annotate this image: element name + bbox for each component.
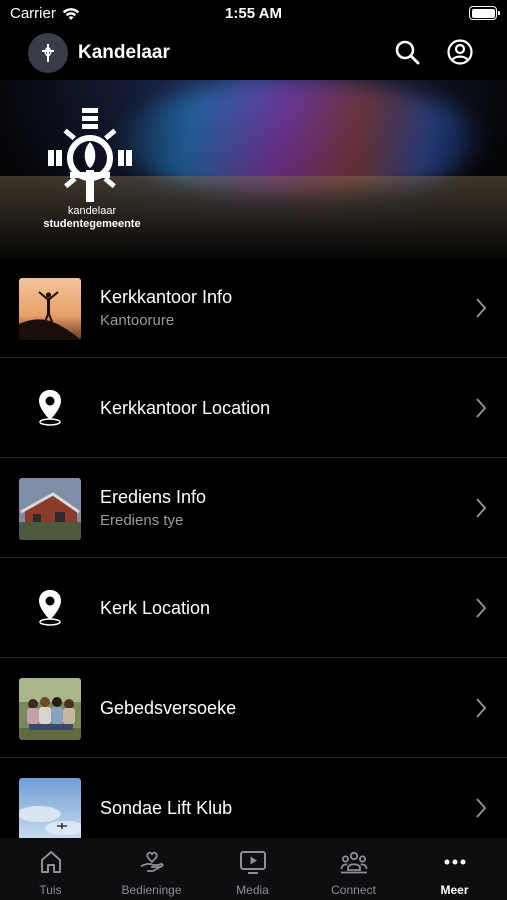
item-text: Kerkkantoor Info Kantoorure [100,258,232,358]
item-text: Kerkkantoor Location [100,358,270,458]
chevron-right-icon [476,798,487,818]
hero-banner: kandelaar studentegemeente [0,80,507,258]
item-text: Gebedsversoeke [100,658,236,758]
tab-label: Connect [331,883,376,897]
list-item-erediens-info[interactable]: Erediens Info Erediens tye [0,458,507,558]
app-title: Kandelaar [78,42,170,63]
tab-meer[interactable]: Meer [404,838,505,900]
item-title: Kerkkantoor Location [100,397,271,418]
people-icon [340,851,368,874]
tab-label: Bedieninge [121,883,182,897]
list-item-kerkkantoor-location[interactable]: Kerkkantoor Location [0,358,507,458]
item-title: Kerk Location [100,597,211,618]
banner-name-line1: kandelaar [67,205,117,217]
tab-connect[interactable]: Connect [303,838,404,900]
list-item-kerkkantoor-info[interactable]: Kerkkantoor Info Kantoorure [0,258,507,358]
chevron-right-icon [476,398,487,418]
item-subtitle: Kantoorure [100,312,175,329]
chevron-right-icon [476,498,487,518]
location-pin-icon [39,590,61,626]
app-logo[interactable] [28,33,68,73]
tab-label: Media [236,883,269,897]
item-subtitle: Erediens tye [100,512,184,529]
tab-label: Meer [440,883,469,897]
location-pin-icon [39,390,61,426]
item-title: Gebedsversoeke [100,697,237,718]
item-title: Kerkkantoor Info [100,287,233,307]
church-building-thumbnail [19,478,81,540]
list-item-gebedsversoeke[interactable]: Gebedsversoeke [0,658,507,758]
item-text: Kerk Location [100,558,210,658]
search-icon[interactable] [393,38,421,66]
banner-name-line2: studentegemeente [43,218,141,230]
item-title: Sondae Lift Klub [100,797,233,818]
battery-icon [469,6,500,20]
menu-list: Kerkkantoor Info Kantoorure Kerkkantoor … [0,258,507,858]
tab-bar: Tuis Bedieninge Media Connect Meer [0,838,507,900]
account-icon[interactable] [446,38,474,66]
kandelaar-logo-icon [48,108,132,202]
chevron-right-icon [476,298,487,318]
item-text: Erediens Info Erediens tye [100,458,206,558]
play-screen-icon [240,851,266,874]
banner-church-name: kandelaar studentegemeente [24,205,160,231]
navigation-bar: Kandelaar [0,28,507,78]
chevron-right-icon [476,698,487,718]
list-item-kerk-location[interactable]: Kerk Location [0,558,507,658]
tab-bedieninge[interactable]: Bedieninge [101,838,202,900]
tab-label: Tuis [39,883,62,897]
group-hug-thumbnail [19,678,81,740]
person-sunset-thumbnail [19,278,81,340]
status-bar: Carrier 1:55 AM [0,0,507,28]
chevron-right-icon [476,598,487,618]
item-title: Erediens Info [100,487,207,507]
heart-hand-icon [140,851,164,872]
kandelaar-logo-icon [42,44,54,62]
more-icon [444,859,466,865]
home-icon [41,851,61,873]
tab-tuis[interactable]: Tuis [0,838,101,900]
status-time: 1:55 AM [225,5,282,22]
sky-plane-thumbnail [19,778,81,840]
tab-media[interactable]: Media [202,838,303,900]
